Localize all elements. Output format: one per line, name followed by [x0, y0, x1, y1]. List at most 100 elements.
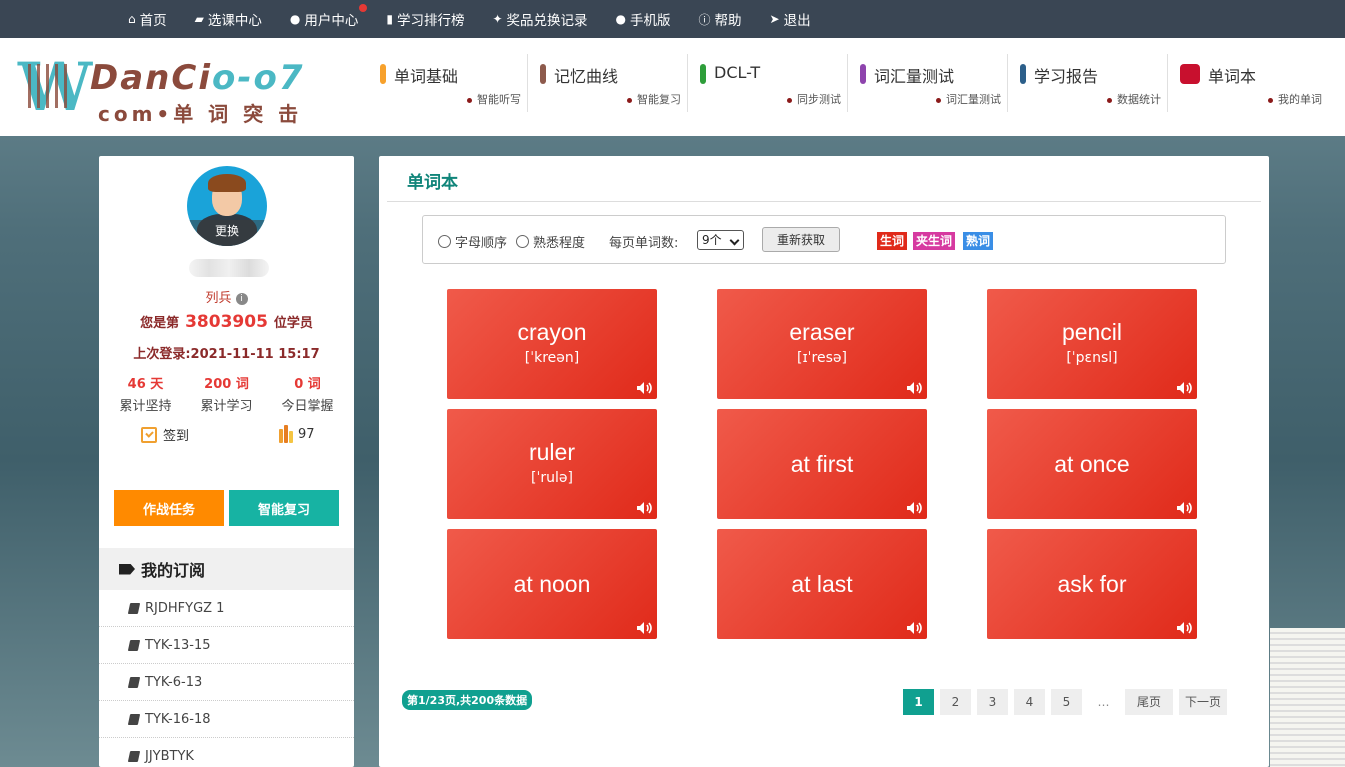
- speaker-icon[interactable]: [636, 501, 654, 515]
- subscriptions-header: 我的订阅: [99, 548, 354, 590]
- speaker-icon[interactable]: [906, 381, 924, 395]
- nav-logout[interactable]: ➤ 退出: [770, 9, 811, 29]
- word-card[interactable]: ask for: [987, 529, 1197, 639]
- nav-prize-records[interactable]: ✦ 奖品兑换记录: [492, 9, 587, 29]
- speaker-icon[interactable]: [1176, 381, 1194, 395]
- smart-review-button[interactable]: 智能复习: [229, 490, 339, 526]
- logo-brand: DanCio-o7: [90, 58, 305, 98]
- nav-course-center[interactable]: ▰ 选课中心: [195, 9, 262, 29]
- notification-dot: [359, 4, 368, 12]
- mainnav-dclt[interactable]: DCL-T 同步测试: [688, 54, 848, 112]
- wordbook-icon: [1180, 64, 1200, 84]
- page-info: 第1/23页,共200条数据: [402, 690, 533, 710]
- page-5[interactable]: 5: [1051, 689, 1082, 715]
- study-stats: 46 天累计坚持 200 词累计学习 0 词今日掌握: [99, 373, 354, 414]
- calendar-check-icon: [141, 426, 157, 443]
- logo-sub: com•单 词 突 击: [98, 102, 303, 126]
- apple-icon: ●: [615, 12, 626, 26]
- nav-user-center[interactable]: ● 用户中心: [289, 4, 368, 29]
- word-card[interactable]: at noon: [447, 529, 657, 639]
- profile-panel: 更换 列兵 i 您是第 3803905 位学员 上次登录:2021-11-11 15:…: [99, 156, 354, 767]
- sort-familiar-radio[interactable]: 熟悉程度: [516, 232, 585, 251]
- legend-half-known[interactable]: 夹生词: [913, 232, 956, 250]
- nav-color-bar: [540, 64, 546, 84]
- word-card[interactable]: crayon [ˈkreən]: [447, 289, 657, 399]
- word-card[interactable]: eraser [ɪˈresə]: [717, 289, 927, 399]
- nav-color-bar: [1020, 64, 1026, 84]
- logo-w: W: [18, 48, 93, 126]
- info-icon: ⓘ: [698, 12, 711, 27]
- book-icon: [127, 713, 141, 725]
- battle-task-button[interactable]: 作战任务: [114, 490, 224, 526]
- gift-icon: ✦: [492, 12, 503, 26]
- book-icon: [127, 602, 141, 614]
- mainnav-study-report[interactable]: 学习报告 数据统计: [1008, 54, 1168, 112]
- word-card[interactable]: at first: [717, 409, 927, 519]
- send-icon: ➤: [769, 12, 780, 26]
- tags-icon: [119, 563, 135, 575]
- legend-new-word[interactable]: 生词: [877, 232, 908, 250]
- page-4[interactable]: 4: [1014, 689, 1045, 715]
- word-card[interactable]: at once: [987, 409, 1197, 519]
- book-icon: [127, 639, 141, 651]
- per-page-select[interactable]: 9个: [697, 230, 744, 250]
- book-icon: [127, 676, 141, 688]
- subscription-item[interactable]: TYK-6-13: [99, 664, 354, 701]
- mainnav-vocab-test[interactable]: 词汇量测试 词汇量测试: [848, 54, 1008, 112]
- subscription-item[interactable]: RJDHFYGZ 1: [99, 590, 354, 627]
- nav-help[interactable]: ⓘ 帮助: [698, 9, 742, 30]
- last-login: 上次登录:2021-11-11 15:17: [133, 347, 320, 362]
- info-icon[interactable]: i: [235, 292, 248, 305]
- word-card[interactable]: at last: [717, 529, 927, 639]
- filter-bar: 字母顺序 熟悉程度 每页单词数: 9个 重新获取 生词 夹生词 熟词: [422, 215, 1226, 264]
- speaker-icon[interactable]: [1176, 621, 1194, 635]
- legend-known[interactable]: 熟词: [963, 232, 994, 250]
- page-3[interactable]: 3: [977, 689, 1008, 715]
- per-page-label: 每页单词数:: [609, 236, 679, 251]
- top-nav: ⌂ 首页 ▰ 选课中心 ● 用户中心 ▮ 学习排行榜 ✦ 奖品兑换记录 ● 手机版 ⓘ 帮助 …: [0, 0, 1345, 38]
- wordbook-panel: 单词本 字母顺序 熟悉程度 每页单词数: 9个 重新获取 生词 夹生词 熟词 c…: [379, 156, 1269, 767]
- subscriptions-list: RJDHFYGZ 1 TYK-13-15 TYK-6-13 TYK-16-18 …: [99, 590, 354, 767]
- last-page-button[interactable]: 尾页: [1125, 689, 1173, 715]
- main-nav: 单词基础 智能听写 记忆曲线 智能复习 DCL-T 同步测试 词汇量测试 词汇量测试 学…: [368, 54, 1328, 116]
- sort-alpha-radio[interactable]: 字母顺序: [438, 232, 507, 251]
- mainnav-memory-curve[interactable]: 记忆曲线 智能复习: [528, 54, 688, 112]
- site-header: W DanCio-o7 com•单 词 突 击 单词基础 智能听写 记忆曲线 智能复…: [0, 38, 1345, 136]
- site-logo[interactable]: W DanCio-o7 com•单 词 突 击: [18, 48, 318, 126]
- user-icon: ●: [289, 12, 301, 26]
- book-icon: [127, 750, 141, 762]
- page-ellipsis: …: [1097, 695, 1110, 709]
- page-1[interactable]: 1: [903, 689, 934, 715]
- stat-learned: 200 词累计学习: [200, 377, 253, 414]
- nav-mobile[interactable]: ● 手机版: [616, 9, 671, 29]
- page-2[interactable]: 2: [940, 689, 971, 715]
- speaker-icon[interactable]: [1176, 501, 1194, 515]
- stat-days: 46 天累计坚持: [119, 377, 172, 414]
- refetch-button[interactable]: 重新获取: [762, 227, 840, 252]
- speaker-icon[interactable]: [636, 381, 654, 395]
- sign-in-button[interactable]: 签到: [141, 425, 189, 444]
- subscription-item[interactable]: JJYBTYK: [99, 738, 354, 767]
- next-page-button[interactable]: 下一页: [1179, 689, 1227, 715]
- member-order: 您是第 3803905 位学员: [140, 312, 313, 332]
- avatar[interactable]: 更换: [187, 166, 267, 246]
- nav-color-bar: [380, 64, 386, 84]
- word-card[interactable]: pencil [ˈpɛnsl]: [987, 289, 1197, 399]
- pagination: 1 2 3 4 5 … 尾页 下一页: [903, 689, 1233, 715]
- speaker-icon[interactable]: [906, 621, 924, 635]
- nav-leaderboard[interactable]: ▮ 学习排行榜: [386, 9, 464, 29]
- nav-home[interactable]: ⌂ 首页: [128, 9, 167, 29]
- bar-chart-icon: ▮: [386, 12, 393, 26]
- speaker-icon[interactable]: [636, 621, 654, 635]
- subscription-item[interactable]: TYK-16-18: [99, 701, 354, 738]
- nav-color-bar: [860, 64, 866, 84]
- subscription-item[interactable]: TYK-13-15: [99, 627, 354, 664]
- mainnav-wordbook[interactable]: 单词本 我的单词: [1168, 54, 1328, 112]
- home-icon: ⌂: [128, 12, 136, 26]
- change-avatar-button[interactable]: 更换: [187, 220, 267, 246]
- mainnav-word-basics[interactable]: 单词基础 智能听写: [368, 54, 528, 112]
- background-books: [1270, 628, 1345, 767]
- word-card[interactable]: ruler [ˈrulə]: [447, 409, 657, 519]
- speaker-icon[interactable]: [906, 501, 924, 515]
- pencils-icon: [279, 425, 294, 443]
